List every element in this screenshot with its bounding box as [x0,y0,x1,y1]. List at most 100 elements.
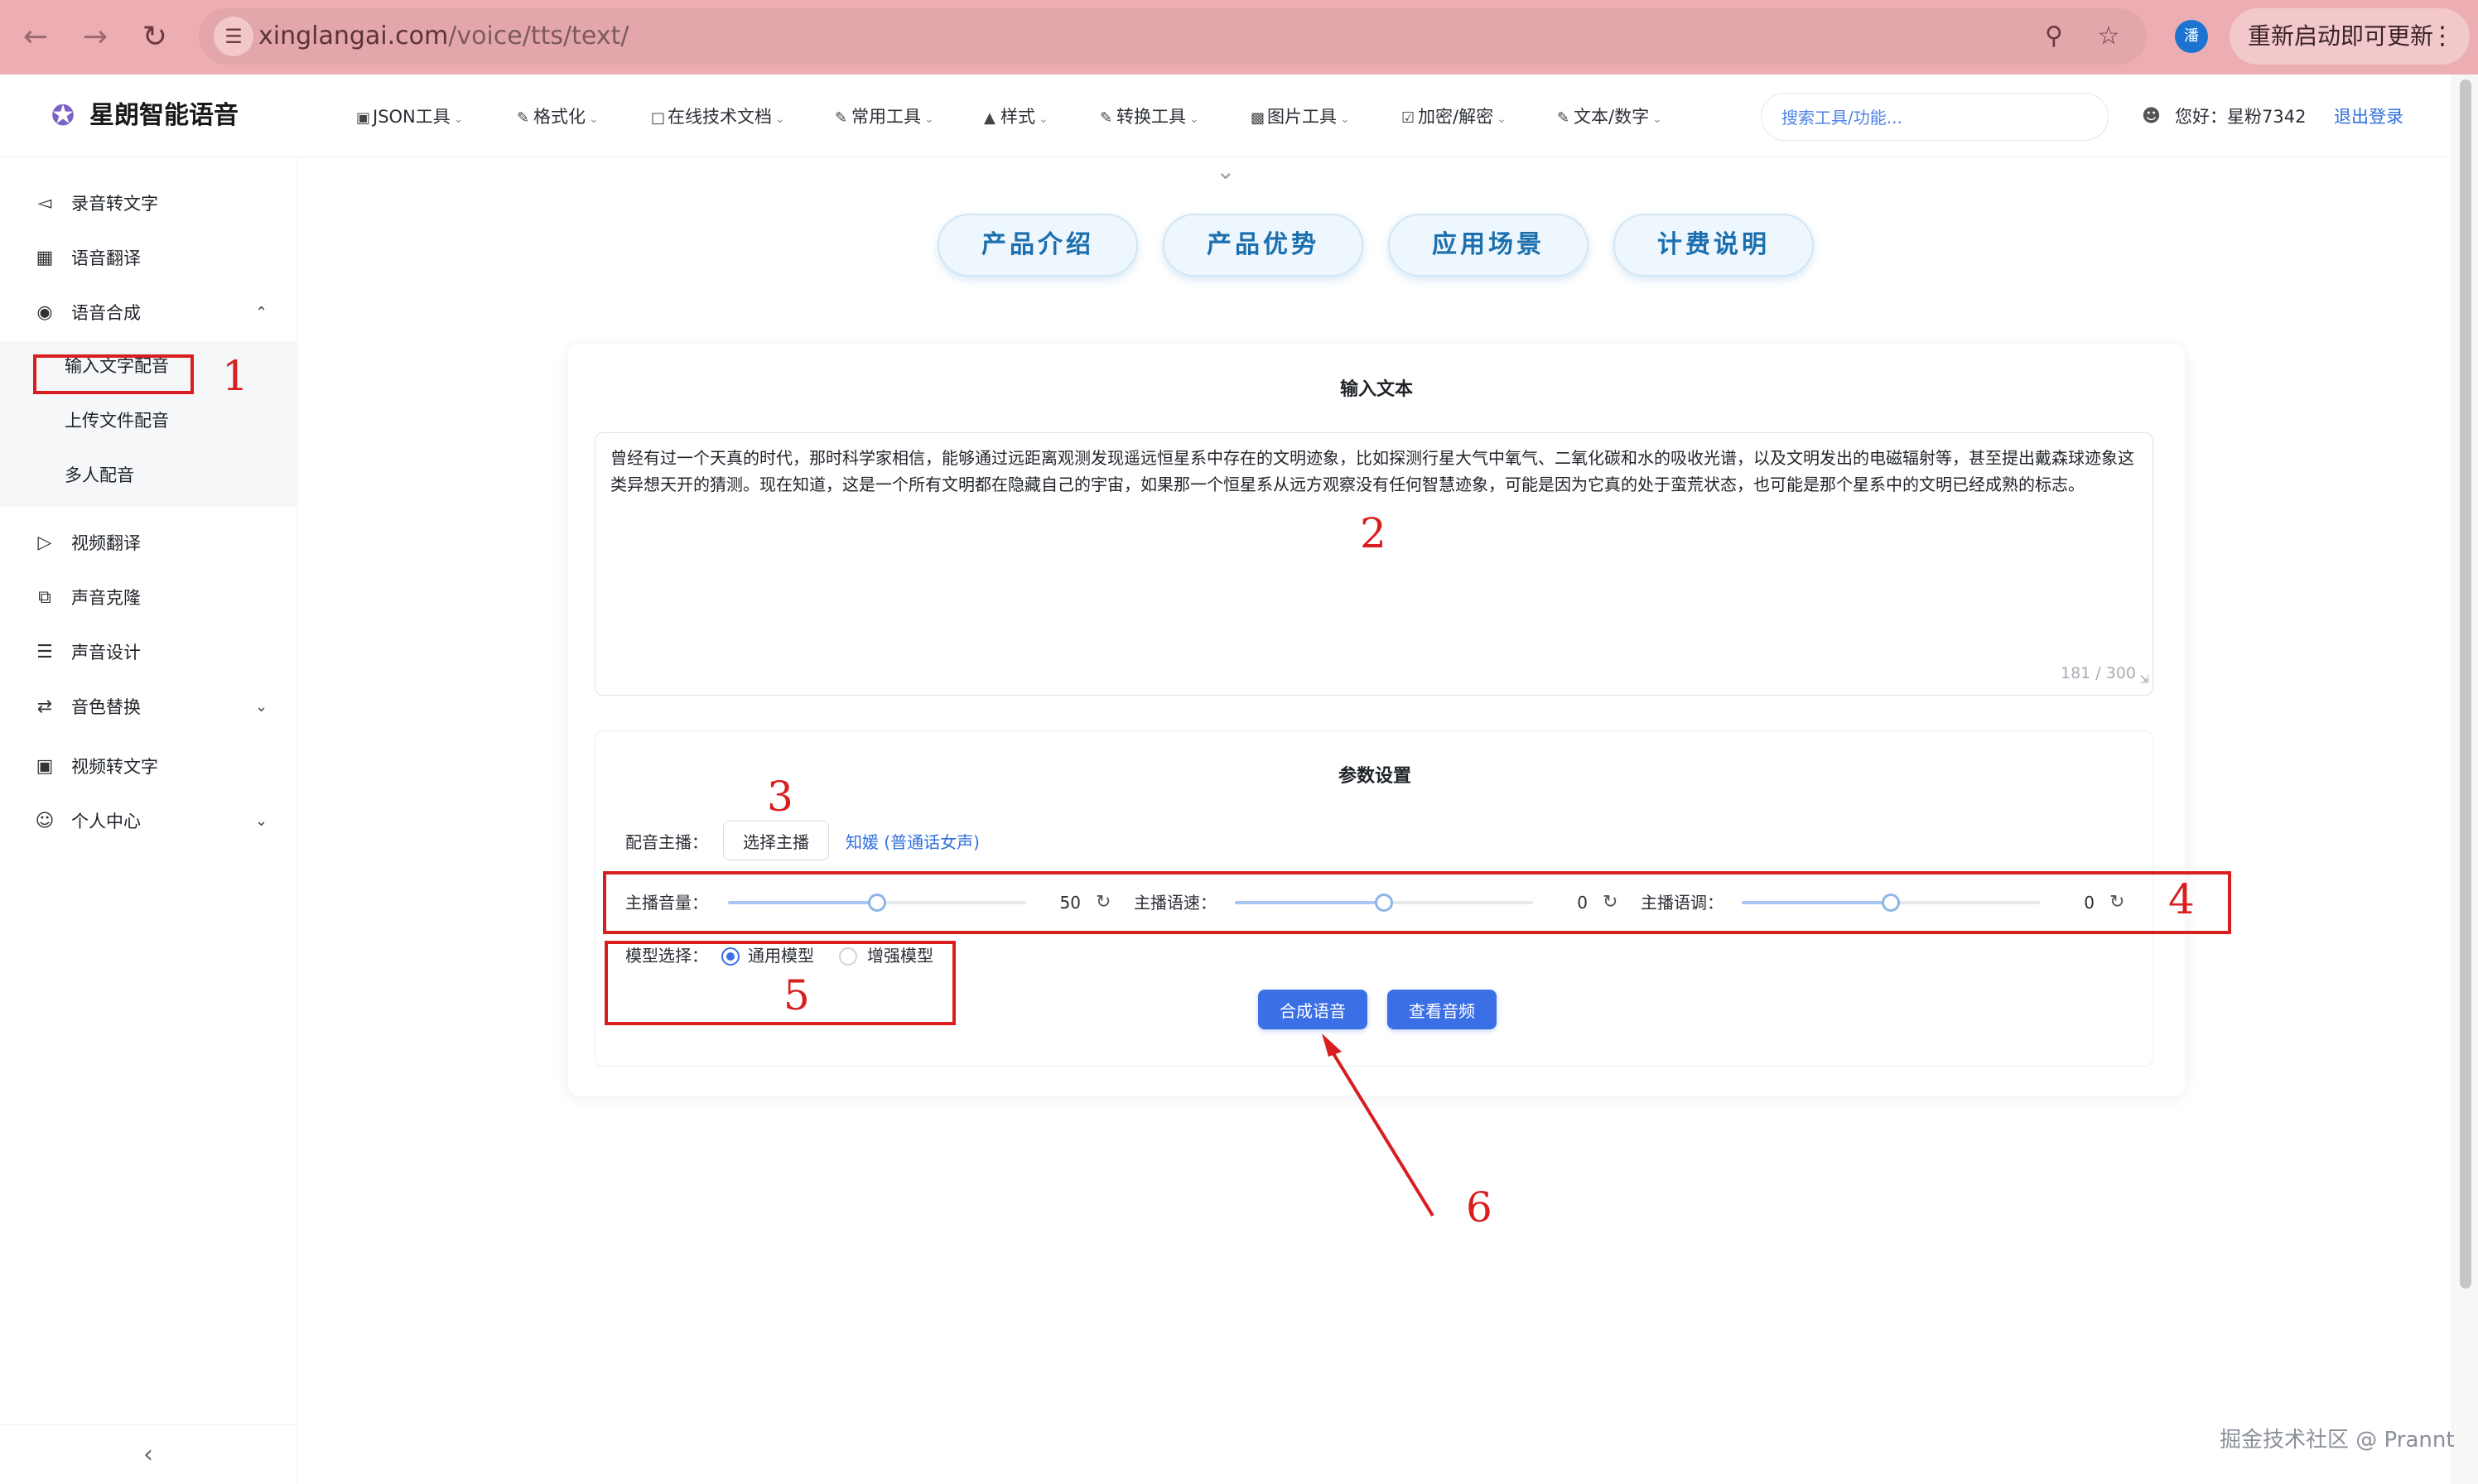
annotation-number: 1 [222,352,248,400]
menu-label: JSON工具 [373,107,451,127]
chevron-down-icon: ⌄ [924,113,934,126]
equalizer-icon: ☰ [36,642,53,662]
forward-arrow-icon[interactable]: → [76,18,114,56]
sidebar-item-label: 声音克隆 [71,588,141,608]
restart-to-update-button[interactable]: 重新启动即可更新 ⋮ [2230,8,2470,65]
annotation-number: 2 [1360,509,1386,557]
annotation-number: 3 [767,773,793,821]
page: ← → ↻ ☰ xinglangai.com/voice/tts/text/ ⚲… [0,0,2478,1484]
chevron-down-icon: ⌄ [255,698,268,716]
edit-icon: ✎ [835,109,848,127]
menu-format[interactable]: ✎ 格式化 ⌄ [517,104,599,129]
chevron-down-icon: ⌄ [453,113,464,126]
restart-label: 重新启动即可更新 [2248,22,2434,50]
sidebar-subitem-file-dubbing[interactable]: 上传文件配音 [0,396,296,446]
menu-label: 在线技术文档 [668,107,772,127]
params-section-title: 参数设置 [1338,766,1411,787]
collapse-sidebar-button[interactable]: ‹ [0,1424,296,1484]
sidebar-item-speech-to-text[interactable]: ◅ 录音转文字 [0,179,296,229]
address-bar[interactable]: ☰ xinglangai.com/voice/tts/text/ ⚲ ☆ [199,8,2147,65]
menu-image-tools[interactable]: ▩ 图片工具 ⌄ [1251,104,1350,129]
url-path: /voice/tts/text/ [448,22,629,51]
chevron-down-icon: ⌄ [1189,113,1199,126]
sidebar-item-voice-clone[interactable]: ⧉ 声音克隆 [0,573,296,623]
menu-convert-tools[interactable]: ✎ 转换工具 ⌄ [1100,104,1199,129]
url-host: xinglangai.com [258,22,449,51]
scrollbar-thumb[interactable] [2460,80,2471,1289]
menu-label: 样式 [1000,107,1035,127]
text-input-area[interactable]: 曾经有过一个天真的时代，那时科学家相信，能够通过远距离观测发现遥远恒星系中存在的… [595,432,2153,696]
menu-common-tools[interactable]: ✎ 常用工具 ⌄ [835,104,934,129]
translate-icon: ▦ [36,248,54,268]
logo-text[interactable]: 星朗智能语音 [89,98,239,134]
reload-icon[interactable]: ↻ [136,18,174,56]
selected-voice-name[interactable]: 知媛 (普通话女声) [846,829,980,855]
document-icon: □ [651,109,666,127]
annotation-number: 6 [1466,1183,1492,1231]
chevron-left-icon: ‹ [143,1440,153,1469]
chevron-down-icon[interactable]: ⌄ [1216,157,1235,185]
zoom-icon[interactable]: ⚲ [2036,18,2072,55]
app-header: ✪ 星朗智能语音 ▣ JSON工具 ⌄ ✎ 格式化 ⌄ □ 在线技术文档 ⌄ ✎ 常用工具 ⌄ … [0,75,2451,185]
chevron-down-icon: ⌄ [1039,113,1049,126]
site-settings-icon[interactable]: ☰ [214,17,253,56]
annotation-number: 4 [2168,875,2195,923]
video-icon: ▣ [36,756,54,777]
annotation-box [603,871,2231,934]
sidebar-item-label: 个人中心 [71,812,141,831]
annotation-box [33,354,194,394]
sidebar-item-video-to-text[interactable]: ▣ 视频转文字 [0,742,296,792]
voice-label: 配音主播： [625,832,708,852]
browser-toolbar: ← → ↻ ☰ xinglangai.com/voice/tts/text/ ⚲… [0,0,2478,75]
menu-text-number[interactable]: ✎ 文本/数字 ⌄ [1557,104,1662,129]
sidebar-subitem-label: 上传文件配音 [65,411,169,431]
sidebar-item-voice-swap[interactable]: ⇄ 音色替换 ⌄ [0,682,296,732]
menu-json-tools[interactable]: ▣ JSON工具 ⌄ [356,104,464,129]
tab-pricing[interactable]: 计费说明 [1613,214,1814,277]
chevron-down-icon: ⌄ [255,812,268,830]
kebab-menu-icon[interactable]: ⋮ [2430,8,2455,65]
sidebar-item-label: 声音设计 [71,643,141,662]
terminal-icon: ▣ [356,109,371,127]
sidebar-item-user-center[interactable]: ☺ 个人中心 ⌄ [0,797,296,846]
scrollbar[interactable] [2451,75,2478,1484]
search-input[interactable] [1781,105,2096,130]
swap-icon: ⇄ [36,696,53,717]
sidebar-item-label: 录音转文字 [71,194,158,214]
sidebar-item-label: 音色替换 [71,697,141,717]
menu-label: 常用工具 [851,107,921,127]
sidebar-subitem-multi-dubbing[interactable]: 多人配音 [0,450,296,500]
profile-avatar[interactable]: 潘 [2175,20,2208,53]
play-square-icon: ▷ [37,532,52,553]
sidebar-item-tts[interactable]: ◉ 语音合成 ⌃ [0,288,296,338]
sidebar-item-label: 视频翻译 [71,533,141,553]
sidebar-item-video-translate[interactable]: ▷ 视频翻译 [0,518,296,568]
menu-label: 格式化 [533,107,586,127]
logout-link[interactable]: 退出登录 [2334,104,2403,129]
sidebar-item-label: 视频转文字 [71,757,158,777]
sidebar-subitem-label: 多人配音 [65,465,134,485]
user-icon: ☻ [2142,106,2161,127]
tab-use-cases[interactable]: 应用场景 [1388,214,1589,277]
resize-handle-icon[interactable]: ⇲ [2139,667,2149,693]
choose-voice-button[interactable]: 选择主播 [723,821,829,860]
url-text[interactable]: xinglangai.com/voice/tts/text/ [258,20,629,53]
menu-encrypt[interactable]: ☑ 加密/解密 ⌄ [1401,104,1507,129]
tab-product-advantages[interactable]: 产品优势 [1163,214,1363,277]
menu-tech-docs[interactable]: □ 在线技术文档 ⌄ [651,104,785,129]
lock-icon: ☑ [1401,109,1415,127]
sidebar-item-label: 语音翻译 [71,248,141,268]
menu-styles[interactable]: ▲ 样式 ⌄ [984,104,1049,129]
back-arrow-icon[interactable]: ← [17,18,55,56]
tab-product-intro[interactable]: 产品介绍 [938,214,1138,277]
sidebar-item-speech-translate[interactable]: ▦ 语音翻译 [0,234,296,283]
chevron-down-icon: ⌄ [589,113,599,126]
chevron-down-icon: ⌄ [1497,113,1507,126]
sidebar-item-voice-design[interactable]: ☰ 声音设计 [0,628,296,677]
synthesize-button[interactable]: 合成语音 [1258,990,1367,1029]
search-box[interactable] [1761,93,2109,141]
view-audio-button[interactable]: 查看音频 [1387,990,1497,1029]
chevron-down-icon: ⌄ [1652,113,1662,126]
annotation-arrow [1322,1034,1434,1217]
star-icon[interactable]: ☆ [2090,18,2127,55]
